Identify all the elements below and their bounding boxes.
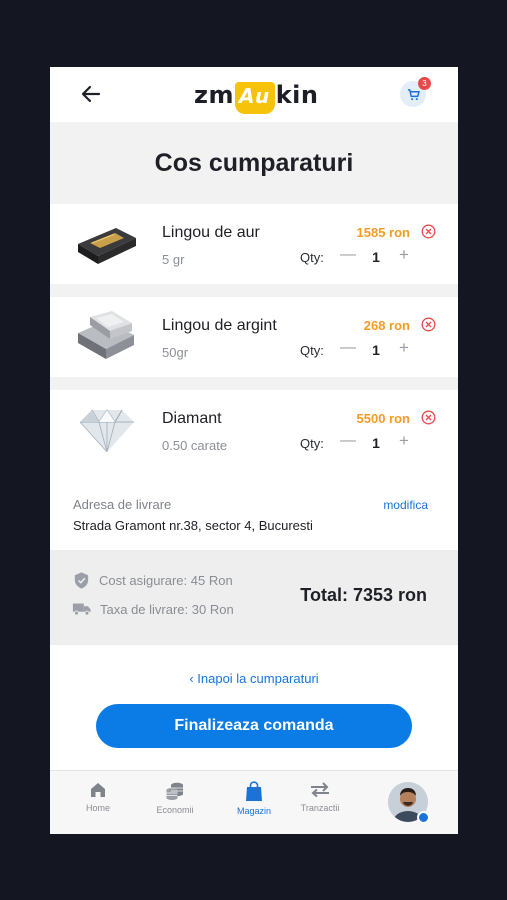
shield-icon xyxy=(74,572,89,589)
item-name: Lingou de aur xyxy=(162,224,260,241)
app-header: zm Au kin 3 xyxy=(50,67,458,122)
back-to-shopping-label: Inapoi la cumparaturi xyxy=(197,671,319,686)
profile-badge xyxy=(417,811,430,824)
item-price: 5500 ron xyxy=(356,411,410,426)
tab-label: Economii xyxy=(156,805,194,815)
page-title: Cos cumparaturi xyxy=(154,149,354,177)
checkout-actions: ‹ Inapoi la cumparaturi Finalizeaza coma… xyxy=(50,645,458,770)
delivery-row: Taxa de livrare: 30 Ron xyxy=(72,600,234,618)
logo-text-left: zm xyxy=(194,81,234,109)
bottom-tab-bar: Home Economii Magazin Tranzactii xyxy=(50,770,458,834)
shopping-bag-icon xyxy=(246,781,262,801)
qty-increase-button[interactable]: + xyxy=(396,245,412,265)
tab-tranzactii[interactable]: Tranzactii xyxy=(285,781,355,813)
tab-economii[interactable]: Economii xyxy=(140,781,210,815)
logo-text-gold: Au xyxy=(234,82,275,114)
address-value: Strada Gramont nr.38, sector 4, Bucurest… xyxy=(73,518,313,533)
delivery-cost: Taxa de livrare: 30 Ron xyxy=(100,601,234,617)
qty-value: 1 xyxy=(372,342,380,358)
item-name: Lingou de argint xyxy=(162,317,277,334)
remove-item-icon[interactable] xyxy=(421,317,436,332)
tab-label: Home xyxy=(85,803,110,813)
qty-value: 1 xyxy=(372,249,380,265)
qty-increase-button[interactable]: + xyxy=(396,431,412,451)
cart-item: Lingou de argint 50gr 268 ron Qty: — 1 + xyxy=(50,297,458,377)
phone-screen: zm Au kin 3 Cos cumparaturi Lingou de aur … xyxy=(50,67,458,834)
truck-icon xyxy=(72,603,91,616)
tab-label: Magazin xyxy=(236,806,272,816)
remove-item-icon[interactable] xyxy=(421,410,436,425)
qty-label: Qty: xyxy=(300,250,324,265)
cart-count-badge: 3 xyxy=(418,77,431,90)
coins-icon xyxy=(166,782,183,800)
qty-value: 1 xyxy=(372,435,380,451)
qty-decrease-button[interactable]: — xyxy=(340,432,356,452)
insurance-row: Cost asigurare: 45 Ron xyxy=(72,571,233,590)
item-name: Diamant xyxy=(162,410,222,427)
diamond-image xyxy=(72,398,142,460)
back-arrow-icon[interactable] xyxy=(78,81,104,107)
qty-increase-button[interactable]: + xyxy=(396,338,412,358)
order-total: Total: 7353 ron xyxy=(300,585,427,605)
item-price: 1585 ron xyxy=(356,225,410,240)
cart-button[interactable]: 3 xyxy=(400,77,431,107)
finalize-order-button[interactable]: Finalizeaza comanda xyxy=(96,704,412,748)
silver-bar-image xyxy=(72,305,142,367)
item-weight: 50gr xyxy=(162,345,189,360)
tab-magazin[interactable]: Magazin xyxy=(219,781,289,816)
app-logo: zm Au kin xyxy=(194,77,319,114)
delivery-address-section: Adresa de livrare Strada Gramont nr.38, … xyxy=(50,470,458,550)
cart-icon xyxy=(407,88,420,100)
address-label: Adresa de livrare xyxy=(73,497,172,512)
tab-home[interactable]: Home xyxy=(63,781,133,813)
home-icon xyxy=(91,783,105,797)
cart-item: Diamant 0.50 carate 5500 ron Qty: — 1 + xyxy=(50,390,458,470)
back-to-shopping-link[interactable]: ‹ Inapoi la cumparaturi xyxy=(50,671,458,686)
qty-label: Qty: xyxy=(300,343,324,358)
item-weight: 5 gr xyxy=(162,252,185,267)
item-price: 268 ron xyxy=(363,318,410,333)
edit-address-link[interactable]: modifica xyxy=(383,498,428,512)
transfer-arrows-icon xyxy=(311,782,329,798)
insurance-cost: Cost asigurare: 45 Ron xyxy=(99,573,233,588)
qty-decrease-button[interactable]: — xyxy=(340,246,356,266)
qty-decrease-button[interactable]: — xyxy=(340,339,356,359)
remove-item-icon[interactable] xyxy=(421,224,436,239)
qty-label: Qty: xyxy=(300,436,324,451)
item-weight: 0.50 carate xyxy=(162,438,228,453)
tab-label: Tranzactii xyxy=(300,803,340,813)
cart-item: Lingou de aur 5 gr 1585 ron Qty: — 1 + xyxy=(50,204,458,284)
logo-text-right: kin xyxy=(275,81,319,109)
gold-bar-image xyxy=(72,212,142,274)
order-summary: Cost asigurare: 45 Ron Taxa de livrare: … xyxy=(50,550,458,645)
